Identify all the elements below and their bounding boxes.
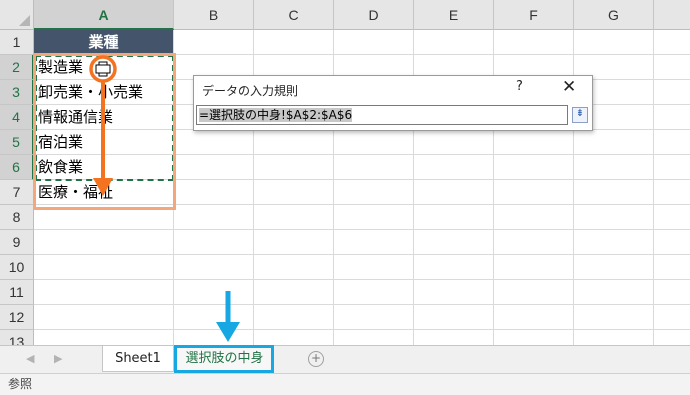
tab-pointer-annotation xyxy=(216,291,240,342)
status-bar: 参照 xyxy=(0,373,690,395)
cyan-arrow-head-icon xyxy=(216,322,240,342)
